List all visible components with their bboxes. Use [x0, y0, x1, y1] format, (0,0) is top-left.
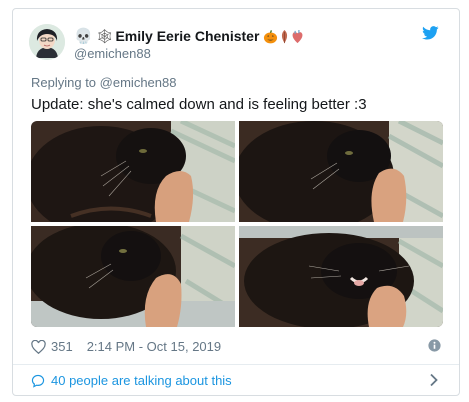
conversation-link[interactable]: 40 people are talking about this: [31, 373, 232, 388]
conversation-label[interactable]: 40 people are talking about this: [51, 373, 232, 388]
photo-grid[interactable]: [31, 121, 443, 327]
spider-web-icon: 🕸: [95, 27, 114, 44]
embedded-tweet-card: 💀 🕸 Emily Eerie Chenister @emichen88 Rep: [12, 8, 460, 396]
author-display-name[interactable]: Emily Eerie Chenister: [115, 28, 259, 44]
tweet-photo-1[interactable]: [31, 121, 235, 222]
tweet-photo-2[interactable]: [239, 121, 443, 222]
author-handle[interactable]: @emichen88: [74, 46, 151, 61]
tweet-text: Update: she's calmed down and is feeling…: [31, 96, 367, 113]
replying-prefix: Replying to: [31, 75, 97, 90]
author-name-row[interactable]: 💀 🕸 Emily Eerie Chenister: [74, 27, 304, 45]
conversation-bubble-icon: [31, 374, 45, 388]
chevron-right-icon[interactable]: [429, 373, 439, 387]
tweet-photo-4[interactable]: [239, 226, 443, 327]
tweet-photo-3[interactable]: [31, 226, 235, 327]
divider: [13, 364, 459, 365]
like-heart-icon[interactable]: [31, 339, 46, 354]
skull-icon: 💀: [74, 28, 93, 45]
leaf-icon: [282, 29, 288, 43]
info-icon[interactable]: [428, 339, 441, 352]
twitter-bird-icon[interactable]: [422, 26, 439, 40]
like-count[interactable]: 351: [51, 339, 73, 354]
tweet-meta: 351 2:14 PM - Oct 15, 2019: [31, 339, 221, 354]
tweet-timestamp[interactable]: 2:14 PM - Oct 15, 2019: [87, 339, 221, 354]
replying-to-link[interactable]: @emichen88: [100, 75, 177, 90]
avatar[interactable]: [29, 24, 65, 60]
pumpkin-icon: [264, 29, 278, 43]
replying-to: Replying to @emichen88: [31, 75, 176, 90]
heart-organ-icon: [292, 29, 303, 43]
